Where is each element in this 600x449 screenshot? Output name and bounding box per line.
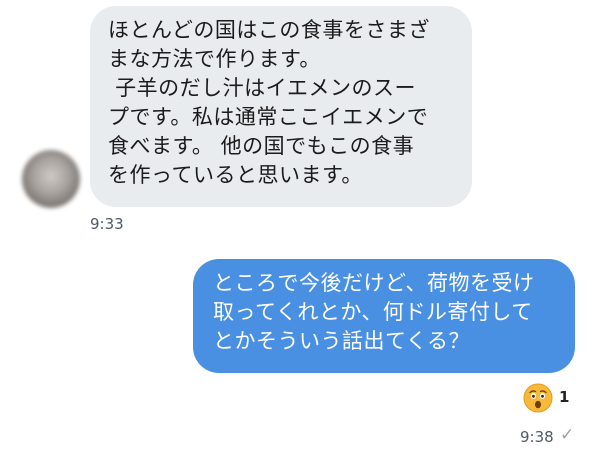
chat-conversation: ほとんどの国はこの食事をさまざ まな方法で作ります。 子羊のだし汁はイエメンのス… <box>0 0 600 449</box>
astonished-face-icon[interactable] <box>523 383 553 413</box>
sent-check-icon: ✓ <box>560 425 575 445</box>
incoming-message-timestamp: 9:33 <box>90 215 124 233</box>
reaction-count: 1 <box>559 388 570 406</box>
avatar[interactable] <box>22 150 80 208</box>
incoming-message-bubble[interactable]: ほとんどの国はこの食事をさまざ まな方法で作ります。 子羊のだし汁はイエメンのス… <box>90 6 472 207</box>
outgoing-message-timestamp: 9:38 <box>520 428 554 446</box>
outgoing-message-bubble[interactable]: ところで今後だけど、荷物を受け 取ってくれとか、何ドル寄付して とかそういう話出… <box>193 259 575 373</box>
